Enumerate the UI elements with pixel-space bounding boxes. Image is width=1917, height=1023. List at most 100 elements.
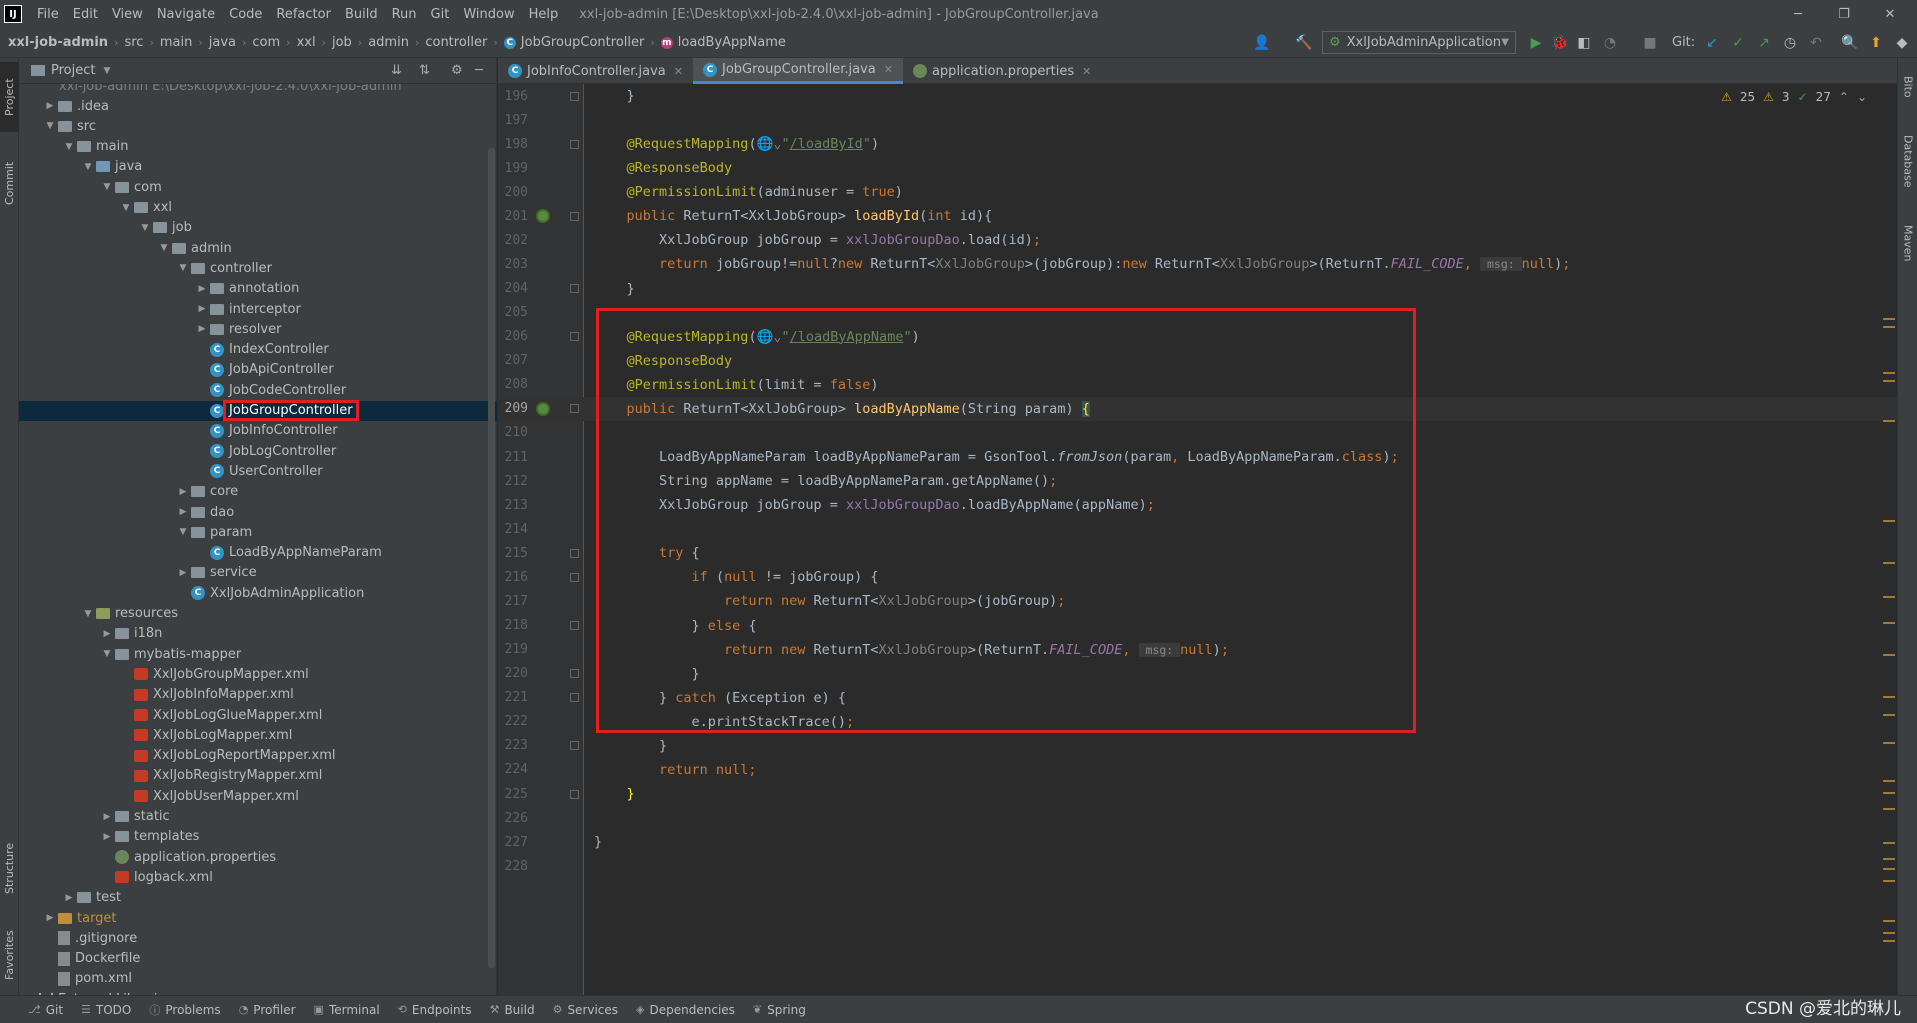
favorites-tool-tab[interactable]: Favorites bbox=[0, 918, 19, 993]
tree-item[interactable]: ▼ mybatis-mapper bbox=[19, 644, 497, 664]
fold-icon[interactable] bbox=[570, 693, 579, 703]
error-stripe-mark[interactable] bbox=[1883, 326, 1895, 328]
chevron-right-icon[interactable]: ▶ bbox=[99, 812, 115, 822]
code-line[interactable]: 197 bbox=[498, 108, 1897, 132]
git-push-icon[interactable]: ↗ bbox=[1754, 33, 1774, 53]
error-stripe-mark[interactable] bbox=[1883, 842, 1895, 844]
tree-item[interactable]: ▶ templates bbox=[19, 827, 497, 847]
structure-tool-tab[interactable]: Structure bbox=[0, 828, 19, 908]
tree-item[interactable]: C JobApiController bbox=[19, 360, 497, 380]
fold-icon[interactable] bbox=[570, 572, 579, 582]
fold-icon[interactable] bbox=[570, 211, 579, 221]
code-line[interactable]: 224 return null; bbox=[498, 758, 1897, 782]
error-stripe-mark[interactable] bbox=[1883, 868, 1895, 870]
error-stripe-mark[interactable] bbox=[1883, 940, 1895, 942]
run-icon[interactable]: ▶ bbox=[1526, 33, 1546, 53]
code-line[interactable]: 204 } bbox=[498, 277, 1897, 301]
tool-tab-problems[interactable]: ⓘ Problems bbox=[149, 1002, 220, 1018]
tree-item[interactable]: ▶ resolver bbox=[19, 319, 497, 339]
code-line[interactable]: 202 XxlJobGroup jobGroup = xxlJobGroupDa… bbox=[498, 228, 1897, 252]
menu-refactor[interactable]: Refactor bbox=[269, 7, 338, 22]
minimize-button[interactable]: ─ bbox=[1775, 0, 1821, 28]
chevron-down-icon[interactable]: ▼ bbox=[61, 142, 77, 152]
tree-item[interactable]: ▼ job bbox=[19, 218, 497, 238]
tree-item[interactable]: ▶ core bbox=[19, 482, 497, 502]
menu-window[interactable]: Window bbox=[456, 7, 521, 22]
error-stripe-mark[interactable] bbox=[1883, 780, 1895, 782]
code-editor[interactable]: 196 } 197 198 @RequestMapping(🌐⌄"/loadById… bbox=[498, 84, 1897, 995]
chevron-right-icon[interactable]: ▶ bbox=[99, 629, 115, 639]
profile-icon[interactable]: ◔ bbox=[1600, 33, 1620, 53]
chevron-down-icon[interactable]: ▼ bbox=[103, 66, 110, 76]
error-stripe-mark[interactable] bbox=[1883, 714, 1895, 716]
tree-item[interactable]: ▶ static bbox=[19, 807, 497, 827]
fold-icon[interactable] bbox=[570, 91, 579, 101]
breadcrumb-item[interactable]: JobGroupController bbox=[521, 35, 645, 50]
tree-item[interactable]: ▶ service bbox=[19, 563, 497, 583]
tree-item[interactable]: ▶ dao bbox=[19, 502, 497, 522]
tree-item[interactable]: Dockerfile bbox=[19, 949, 497, 969]
code-line[interactable]: 223 } bbox=[498, 734, 1897, 758]
tree-item[interactable]: logback.xml bbox=[19, 867, 497, 887]
tree-item[interactable]: XxlJobRegistryMapper.xml bbox=[19, 766, 497, 786]
error-stripe-mark[interactable] bbox=[1883, 920, 1895, 922]
tree-item[interactable]: ▶ test bbox=[19, 888, 497, 908]
maximize-button[interactable]: ❐ bbox=[1821, 0, 1867, 28]
chevron-right-icon[interactable]: ▶ bbox=[194, 304, 210, 314]
tree-item[interactable]: XxlJobGroupMapper.xml bbox=[19, 664, 497, 684]
code-line[interactable]: 227} bbox=[498, 830, 1897, 854]
chevron-right-icon[interactable]: ▶ bbox=[99, 832, 115, 842]
tree-item[interactable]: ▼ controller bbox=[19, 258, 497, 278]
inspection-widget[interactable]: ⚠ 25 ⚠ 3 ✓ 27 ⌃ ⌄ bbox=[1721, 90, 1867, 104]
code-line[interactable]: 203 return jobGroup!=null?new ReturnT<Xx… bbox=[498, 252, 1897, 276]
tree-item[interactable]: .gitignore bbox=[19, 928, 497, 948]
chevron-up-icon[interactable]: ⌃ bbox=[1839, 90, 1849, 104]
tree-item[interactable]: XxlJobUserMapper.xml bbox=[19, 786, 497, 806]
tree-item[interactable]: pom.xml bbox=[19, 969, 497, 989]
code-line[interactable]: 198 @RequestMapping(🌐⌄"/loadById") bbox=[498, 132, 1897, 156]
tree-item[interactable]: XxlJobLogMapper.xml bbox=[19, 725, 497, 745]
history-icon[interactable]: ◷ bbox=[1780, 33, 1800, 53]
tree-item[interactable]: ▶ target bbox=[19, 908, 497, 928]
fold-icon[interactable] bbox=[570, 284, 579, 294]
error-stripe-mark[interactable] bbox=[1883, 696, 1895, 698]
tool-tab-endpoints[interactable]: ⟲ Endpoints bbox=[398, 1003, 472, 1017]
tree-item[interactable]: ▼ resources bbox=[19, 604, 497, 624]
error-stripe-mark[interactable] bbox=[1883, 654, 1895, 656]
tool-tab-profiler[interactable]: ◔ Profiler bbox=[239, 1003, 296, 1017]
error-stripe-mark[interactable] bbox=[1883, 562, 1895, 564]
menu-code[interactable]: Code bbox=[222, 7, 269, 22]
tree-item[interactable]: ▼ java bbox=[19, 157, 497, 177]
menu-view[interactable]: View bbox=[105, 7, 150, 22]
chevron-down-icon[interactable]: ▼ bbox=[99, 182, 115, 192]
menu-run[interactable]: Run bbox=[385, 7, 424, 22]
chevron-down-icon[interactable]: ▼ bbox=[175, 527, 191, 537]
close-tab-icon[interactable]: ✕ bbox=[674, 65, 683, 78]
fold-icon[interactable] bbox=[570, 139, 579, 149]
code-line[interactable]: 199 @ResponseBody bbox=[498, 156, 1897, 180]
update-icon[interactable]: ⬆ bbox=[1866, 33, 1886, 53]
bito-tool-tab[interactable]: Bito bbox=[1898, 64, 1917, 109]
fold-icon[interactable] bbox=[570, 621, 579, 631]
chevron-right-icon[interactable]: ▶ bbox=[194, 284, 210, 294]
close-tab-icon[interactable]: ✕ bbox=[1082, 65, 1091, 78]
error-stripe-mark[interactable] bbox=[1883, 792, 1895, 794]
error-stripe-mark[interactable] bbox=[1883, 858, 1895, 860]
tree-item[interactable]: ▶ interceptor bbox=[19, 299, 497, 319]
menu-navigate[interactable]: Navigate bbox=[150, 7, 222, 22]
breadcrumb-item[interactable]: src bbox=[124, 35, 143, 50]
gear-icon[interactable]: ⚙ bbox=[451, 63, 463, 78]
error-stripe-mark[interactable] bbox=[1883, 520, 1895, 522]
tree-item[interactable]: XxlJobLogReportMapper.xml bbox=[19, 746, 497, 766]
tool-tab-build[interactable]: ⚒ Build bbox=[490, 1003, 535, 1017]
close-tab-icon[interactable]: ✕ bbox=[884, 63, 893, 76]
fold-icon[interactable] bbox=[570, 669, 579, 679]
error-stripe-mark[interactable] bbox=[1883, 622, 1895, 624]
error-stripe-mark[interactable] bbox=[1883, 372, 1895, 374]
spring-endpoint-icon[interactable] bbox=[536, 401, 550, 416]
fold-icon[interactable] bbox=[570, 741, 579, 751]
tree-item[interactable]: ▶ annotation bbox=[19, 279, 497, 299]
maven-tool-tab[interactable]: Maven bbox=[1898, 213, 1917, 273]
tree-item[interactable]: C UserController bbox=[19, 461, 497, 481]
chevron-down-icon[interactable]: ▼ bbox=[80, 609, 96, 619]
